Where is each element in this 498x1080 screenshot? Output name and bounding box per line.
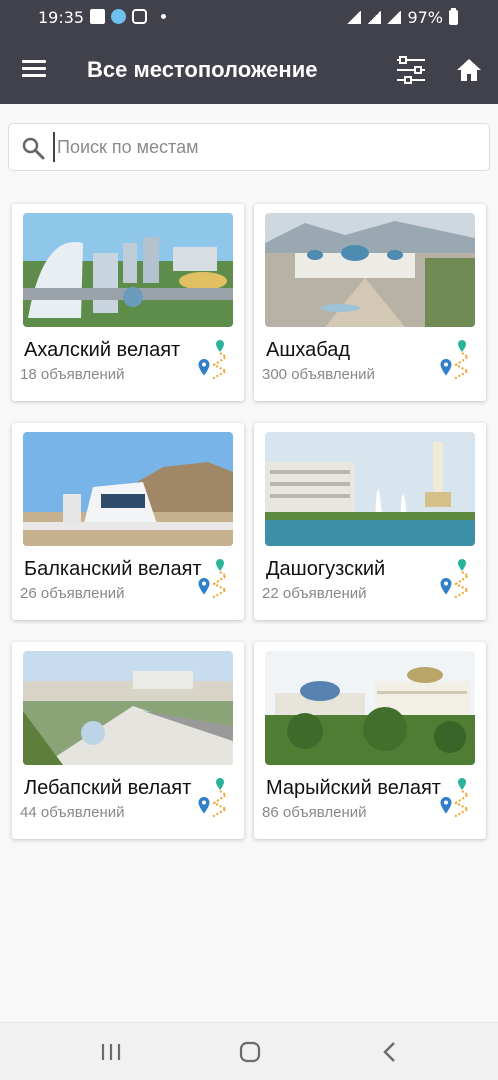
- region-photo: [265, 432, 475, 546]
- data-signal-icon: [367, 11, 382, 24]
- status-bar: 19:35 97%: [0, 0, 498, 34]
- signal-icon: [347, 11, 362, 24]
- region-card[interactable]: Ашхабад 300 объявлений: [254, 204, 486, 401]
- listing-count: 18 объявлений: [20, 366, 125, 383]
- listing-count: 86 объявлений: [262, 804, 367, 821]
- region-photo: [265, 651, 475, 765]
- region-title: Дашогузский: [266, 558, 386, 580]
- domed-palace-image: [265, 651, 475, 765]
- back-icon[interactable]: [380, 1040, 400, 1064]
- location-route-icon: [440, 558, 471, 602]
- region-photo: [23, 213, 233, 327]
- capital-palace-image: [265, 213, 475, 327]
- location-route-icon: [440, 339, 471, 383]
- region-card[interactable]: Балканский велаят 26 объявлений: [12, 423, 244, 620]
- search-input[interactable]: [53, 132, 473, 162]
- menu-icon[interactable]: [22, 60, 46, 78]
- system-nav-bar: [0, 1022, 498, 1080]
- city-arch-image: [23, 213, 233, 327]
- boulevard-image: [23, 651, 233, 765]
- region-title: Балканский велаят: [24, 558, 202, 580]
- gallery-icon: [90, 9, 105, 24]
- listing-count: 300 объявлений: [262, 366, 375, 383]
- more-notifications-icon: [161, 14, 166, 19]
- search-icon: [22, 137, 45, 160]
- region-card[interactable]: Марыйский велаят 86 объявлений: [254, 642, 486, 839]
- region-title: Марыйский велаят: [266, 777, 441, 799]
- region-card[interactable]: Ахалский велаят 18 объявлений: [12, 204, 244, 401]
- region-photo: [265, 213, 475, 327]
- region-photo: [23, 432, 233, 546]
- listing-count: 22 объявлений: [262, 585, 367, 602]
- search-bar: [8, 123, 490, 171]
- listing-count: 26 объявлений: [20, 585, 125, 602]
- region-title: Ашхабад: [266, 339, 351, 361]
- home-nav-icon[interactable]: [239, 1041, 261, 1063]
- recents-icon[interactable]: [100, 1042, 122, 1062]
- location-route-icon: [440, 777, 471, 821]
- messenger-icon: [111, 9, 126, 24]
- location-route-icon: [198, 558, 229, 602]
- filter-icon[interactable]: [396, 56, 426, 84]
- battery-icon: [449, 8, 458, 25]
- region-photo: [23, 651, 233, 765]
- region-title: Лебапский велаят: [24, 777, 192, 799]
- instagram-icon: [132, 9, 147, 24]
- location-route-icon: [198, 777, 229, 821]
- region-title: Ахалский велаят: [24, 339, 181, 361]
- signal-strength-icon: [387, 11, 402, 24]
- region-card[interactable]: Дашогузский 22 объявлений: [254, 423, 486, 620]
- mountain-building-image: [23, 432, 233, 546]
- fountain-tower-image: [265, 432, 475, 546]
- location-route-icon: [198, 339, 229, 383]
- listing-count: 44 объявлений: [20, 804, 125, 821]
- status-time: 19:35: [38, 8, 85, 27]
- app-bar: Все местоположение: [0, 34, 498, 104]
- region-card[interactable]: Лебапский велаят 44 объявлений: [12, 642, 244, 839]
- battery-level: 97%: [407, 8, 443, 27]
- home-icon[interactable]: [456, 58, 482, 82]
- notification-icons: [90, 9, 166, 24]
- page-title: Все местоположение: [87, 57, 318, 82]
- system-icons: 97%: [347, 8, 458, 27]
